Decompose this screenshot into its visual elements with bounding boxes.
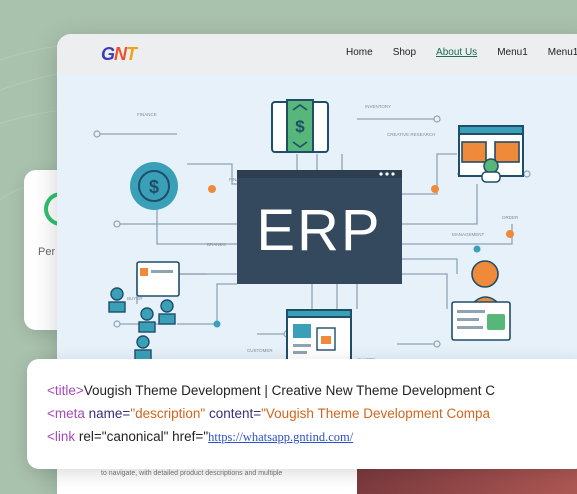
product-description-text: to navigate, with detailed product descr… (101, 470, 283, 477)
back-card-label: Per (38, 246, 56, 258)
site-logo[interactable]: GNT (101, 44, 137, 65)
inventory-boxes-icon (458, 125, 524, 183)
svg-text:CREATIVE RESEARCH: CREATIVE RESEARCH (387, 132, 435, 137)
svg-text:$: $ (295, 117, 305, 136)
nav-menu1[interactable]: Menu1 (497, 47, 528, 58)
erp-title: ERP (256, 198, 381, 263)
people-network-icon (108, 261, 180, 361)
report-document-icon (286, 309, 352, 363)
nav-home[interactable]: Home (346, 47, 373, 58)
code-meta-line: <meta name="description" content="Vougis… (47, 406, 491, 421)
svg-text:$: $ (149, 177, 159, 197)
seo-code-card: <title>Vougish Theme Development | Creat… (27, 359, 577, 469)
nav-about-us[interactable]: About Us (436, 47, 477, 58)
svg-text:BRANDS: BRANDS (207, 242, 226, 247)
finance-document-icon: $ (271, 99, 329, 153)
finance-coin-icon: $ (130, 162, 178, 210)
erp-box: ERP (237, 170, 402, 284)
canonical-url-link[interactable]: https://whatsapp.gntind.com/ (208, 430, 353, 444)
code-link-line: <link rel="canonical" href="https://what… (47, 429, 354, 444)
main-nav: Home Shop About Us Menu1 Menu1 (346, 47, 577, 58)
svg-text:FINANCE: FINANCE (137, 112, 157, 117)
customer-profile-icon (451, 260, 511, 341)
svg-text:MANAGEMENT: MANAGEMENT (452, 232, 485, 237)
top-navbar: GNT Home Shop About Us Menu1 Menu1 (57, 34, 577, 75)
code-title-line: <title>Vougish Theme Development | Creat… (47, 383, 495, 398)
svg-text:ORDER: ORDER (502, 215, 519, 220)
svg-text:INVENTORY: INVENTORY (365, 104, 391, 109)
nav-menu1-second[interactable]: Menu1 (548, 47, 577, 58)
erp-hero-illustration: FINANCE FINANCE INVENTORY CREATIVE RESEA… (57, 74, 577, 364)
nav-shop[interactable]: Shop (393, 47, 416, 58)
svg-text:CUSTOMER: CUSTOMER (247, 348, 273, 353)
